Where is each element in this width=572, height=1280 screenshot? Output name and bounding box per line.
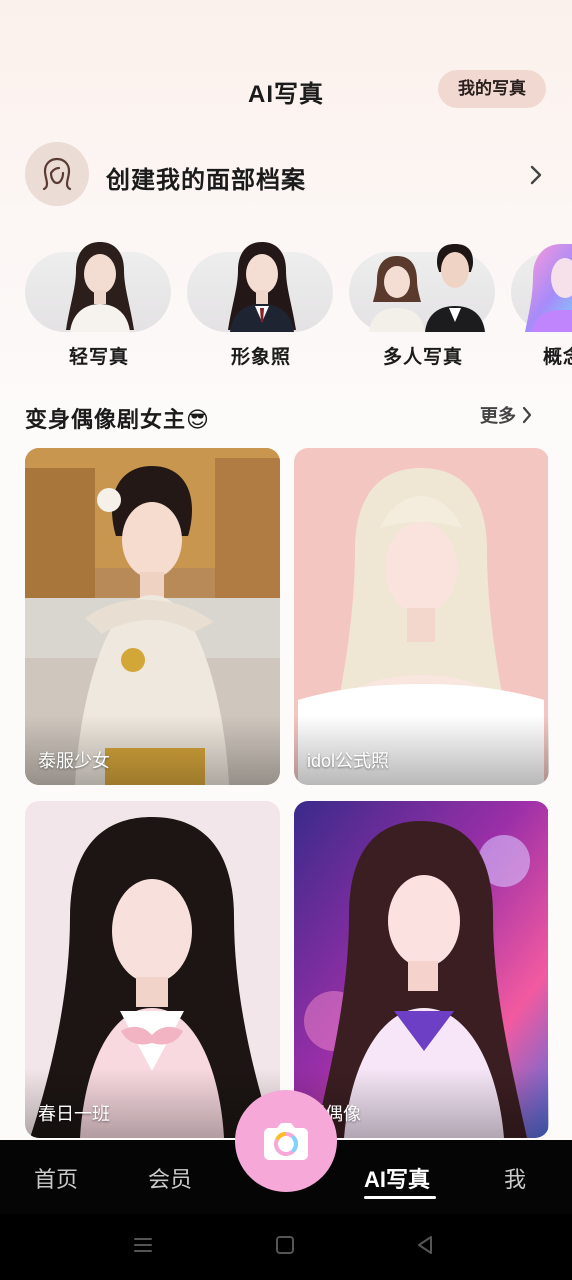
my-photos-button[interactable]: 我的写真	[438, 70, 546, 108]
nav-active-indicator	[364, 1196, 436, 1199]
portrait-thumbnail	[228, 242, 296, 332]
nav-ai-photo[interactable]: AI写真	[364, 1162, 430, 1194]
style-card-spring-class[interactable]: 春日一班	[25, 801, 280, 1138]
portrait-thumbnail	[525, 244, 572, 332]
portrait-thumbnail	[66, 242, 134, 332]
card-label: 春日一班	[38, 1104, 110, 1124]
camera-icon	[264, 1123, 308, 1160]
chevron-right-icon	[530, 165, 542, 185]
chevron-right-icon	[522, 406, 532, 424]
more-label: 更多	[480, 406, 516, 426]
portrait-thumbnail	[369, 244, 485, 332]
style-card-thai[interactable]: 泰服少女	[25, 448, 280, 785]
home-square-icon[interactable]	[275, 1235, 295, 1255]
back-triangle-icon[interactable]	[414, 1234, 436, 1256]
style-card-idol[interactable]: idol公式照	[294, 448, 549, 785]
nav-home[interactable]: 首页	[34, 1162, 78, 1194]
face-profile-icon	[25, 142, 89, 206]
more-link[interactable]: 更多	[480, 402, 532, 428]
category-label: 形象照	[230, 347, 291, 368]
camera-button[interactable]	[235, 1090, 337, 1192]
nav-me[interactable]: 我	[504, 1162, 526, 1194]
style-card-idol-group[interactable]: 团偶像	[294, 801, 549, 1138]
card-label: 泰服少女	[38, 751, 110, 771]
category-label: 轻写真	[68, 347, 129, 368]
nav-member[interactable]: 会员	[148, 1162, 192, 1194]
face-profile-title: 创建我的面部档案	[106, 167, 306, 194]
category-scroller[interactable]: 轻写真 形象照 多人写真 概	[0, 238, 572, 373]
system-navigation-bar	[0, 1214, 572, 1280]
section-title: 变身偶像剧女主😎	[25, 407, 210, 432]
category-label: 概念	[543, 347, 572, 368]
header: AI写真 我的写真	[0, 0, 572, 140]
category-label: 多人写真	[382, 347, 463, 368]
card-label: idol公式照	[307, 751, 390, 771]
create-face-profile-row[interactable]: 创建我的面部档案	[25, 142, 547, 208]
menu-icon[interactable]	[132, 1234, 154, 1256]
